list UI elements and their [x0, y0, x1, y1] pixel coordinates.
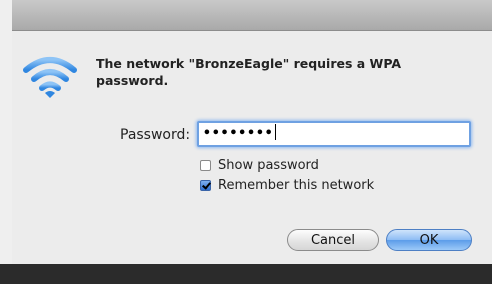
password-value: •••••••• — [203, 126, 274, 141]
ok-button[interactable]: OK — [386, 229, 472, 251]
show-password-row[interactable]: Show password — [200, 158, 319, 173]
window-left-edge — [0, 0, 12, 284]
remember-network-label: Remember this network — [218, 178, 375, 193]
text-caret — [274, 124, 276, 140]
window-titlebar — [0, 0, 492, 31]
wifi-icon — [20, 52, 80, 104]
password-label: Password: — [120, 127, 191, 143]
background-strip — [0, 264, 492, 284]
remember-network-checkbox[interactable] — [200, 180, 211, 191]
password-input[interactable]: •••••••• — [197, 121, 471, 147]
cancel-button[interactable]: Cancel — [287, 229, 379, 251]
show-password-label: Show password — [218, 158, 319, 173]
remember-network-row[interactable]: Remember this network — [200, 178, 374, 193]
dialog-message: The network "BronzeEagle" requires a WPA… — [96, 56, 402, 88]
show-password-checkbox[interactable] — [200, 160, 211, 171]
